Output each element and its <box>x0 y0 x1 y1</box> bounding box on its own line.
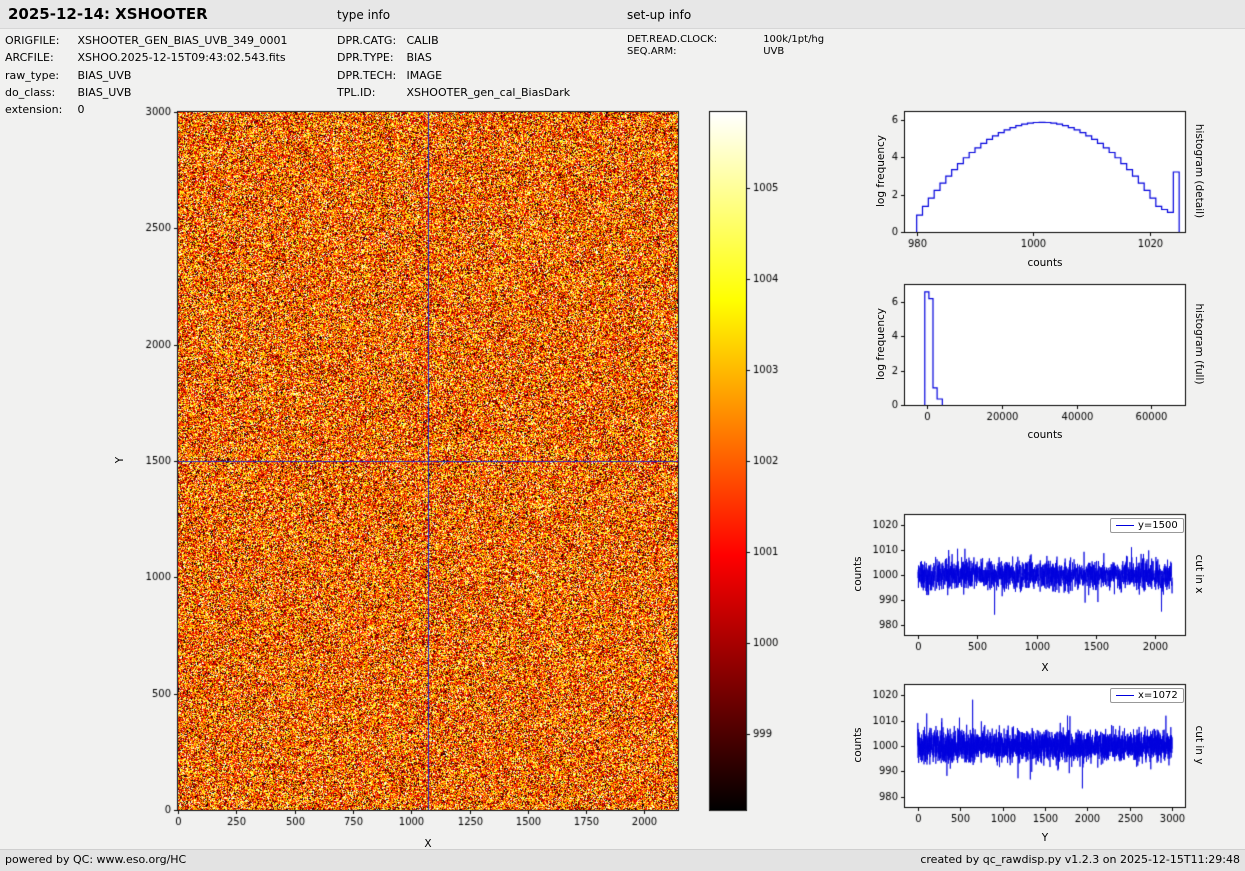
main-yaxis-label: Y <box>114 450 126 470</box>
cut-x-xaxis-label: X <box>1035 662 1055 674</box>
meta-label: SEQ.ARM: <box>627 46 760 57</box>
main-xaxis-label: X <box>418 838 438 850</box>
meta-value: IMAGE <box>407 69 443 82</box>
meta-row-tpl-id: TPL.ID: XSHOOTER_gen_cal_BiasDark <box>337 86 570 99</box>
footer-left-text: powered by QC: www.eso.org/HC <box>5 853 186 866</box>
legend-cut-y: x=1072 <box>1110 688 1184 703</box>
meta-label: do_class: <box>5 86 74 99</box>
meta-row-rawtype: raw_type: BIAS_UVB <box>5 69 131 82</box>
meta-value: UVB <box>763 46 784 57</box>
meta-value: XSHOOTER_GEN_BIAS_UVB_349_0001 <box>78 34 288 47</box>
hist-full-xaxis-label: counts <box>1015 429 1075 441</box>
hist-full-right-label: histogram (full) <box>1193 289 1205 399</box>
meta-label: DET.READ.CLOCK: <box>627 34 760 45</box>
hist-detail-yaxis-label: log frequency <box>875 133 887 209</box>
meta-label: ARCFILE: <box>5 51 74 64</box>
page-title: 2025-12-14: XSHOOTER <box>8 5 208 23</box>
bias-frame-image <box>178 112 678 810</box>
cut-x-right-label: cut in x <box>1193 539 1205 609</box>
meta-value: XSHOO.2025-12-15T09:43:02.543.fits <box>78 51 286 64</box>
meta-value: BIAS_UVB <box>78 86 132 99</box>
cut-y-xaxis-label: Y <box>1035 832 1055 844</box>
meta-label: ORIGFILE: <box>5 34 74 47</box>
meta-row-dpr-tech: DPR.TECH: IMAGE <box>337 69 442 82</box>
legend-cut-x: y=1500 <box>1110 518 1184 533</box>
cut-y-right-label: cut in y <box>1193 710 1205 780</box>
footer-right-text: created by qc_rawdisp.py v1.2.3 on 2025-… <box>920 853 1240 866</box>
legend-line-icon <box>1116 695 1134 696</box>
meta-label: DPR.CATG: <box>337 34 403 47</box>
hist-detail-xaxis-label: counts <box>1015 257 1075 269</box>
legend-label: y=1500 <box>1138 520 1178 531</box>
meta-row-origfile: ORIGFILE: XSHOOTER_GEN_BIAS_UVB_349_0001 <box>5 34 288 47</box>
meta-value: XSHOOTER_gen_cal_BiasDark <box>407 86 571 99</box>
colorbar <box>710 112 746 810</box>
histogram-full-plot <box>905 285 1185 405</box>
meta-row-dpr-catg: DPR.CATG: CALIB <box>337 34 439 47</box>
cut-y-yaxis-label: counts <box>852 707 864 783</box>
hist-full-yaxis-label: log frequency <box>875 306 887 382</box>
legend-label: x=1072 <box>1138 690 1178 701</box>
hist-detail-right-label: histogram (detail) <box>1193 116 1205 226</box>
meta-value: BIAS_UVB <box>78 69 132 82</box>
meta-label: TPL.ID: <box>337 86 403 99</box>
meta-row-arcfile: ARCFILE: XSHOO.2025-12-15T09:43:02.543.f… <box>5 51 286 64</box>
meta-value: 0 <box>78 103 85 116</box>
meta-label: extension: <box>5 103 74 116</box>
header-bar: 2025-12-14: XSHOOTER type info set-up in… <box>0 0 1245 29</box>
meta-label: DPR.TYPE: <box>337 51 403 64</box>
meta-label: raw_type: <box>5 69 74 82</box>
histogram-detail-plot <box>905 112 1185 232</box>
footer-bar: powered by QC: www.eso.org/HC created by… <box>0 849 1245 871</box>
meta-value: 100k/1pt/hg <box>763 34 824 45</box>
meta-row-extension: extension: 0 <box>5 103 85 116</box>
meta-row-seq-arm: SEQ.ARM: UVB <box>627 46 784 57</box>
type-info-heading: type info <box>337 8 390 22</box>
meta-row-read-clock: DET.READ.CLOCK: 100k/1pt/hg <box>627 34 824 45</box>
cut-x-yaxis-label: counts <box>852 536 864 612</box>
cut-in-x-plot <box>905 515 1185 635</box>
meta-value: CALIB <box>407 34 439 47</box>
legend-line-icon <box>1116 525 1134 526</box>
meta-row-doclass: do_class: BIAS_UVB <box>5 86 131 99</box>
cut-in-y-plot <box>905 685 1185 807</box>
meta-label: DPR.TECH: <box>337 69 403 82</box>
meta-row-dpr-type: DPR.TYPE: BIAS <box>337 51 432 64</box>
setup-info-heading: set-up info <box>627 8 691 22</box>
meta-value: BIAS <box>407 51 432 64</box>
